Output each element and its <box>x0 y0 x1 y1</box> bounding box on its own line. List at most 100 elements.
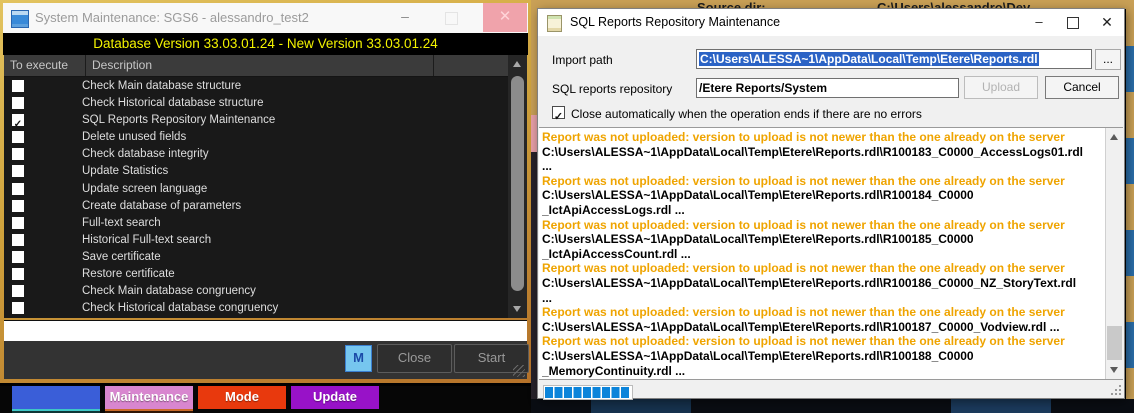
task-checkbox[interactable] <box>12 302 24 314</box>
dialog-title: SQL Reports Repository Maintenance <box>570 15 780 29</box>
task-label: Delete unused fields <box>82 131 186 143</box>
scroll-down-icon[interactable] <box>1110 367 1118 373</box>
task-row[interactable]: Check Historical database congruency <box>4 300 507 317</box>
log-line: C:\Users\ALESSA~1\AppData\Local\Temp\Ete… <box>542 188 1105 203</box>
task-list: Check Main database structure Check Hist… <box>4 78 507 318</box>
task-checkbox[interactable] <box>12 97 24 109</box>
footer-buttons: MaintenanceModeUpdate <box>0 386 531 409</box>
log-line: _IctApiAccessLogs.rdl ... <box>542 203 1105 218</box>
partial-button[interactable] <box>105 409 193 413</box>
import-path-label: Import path <box>552 53 613 67</box>
report-icon <box>547 15 562 32</box>
task-checkbox[interactable] <box>12 217 24 229</box>
task-row[interactable]: SQL Reports Repository Maintenance <box>4 112 507 129</box>
task-label: Update Statistics <box>82 165 168 177</box>
scroll-up-icon[interactable] <box>1110 134 1118 140</box>
task-row[interactable]: Update screen language <box>4 181 507 198</box>
task-row[interactable]: Delete unused fields <box>4 129 507 146</box>
task-row[interactable]: Check Main database structure <box>4 78 507 95</box>
repository-input[interactable]: /Etere Reports/System <box>696 78 959 98</box>
task-label: Historical Full-text search <box>82 234 211 246</box>
command-input[interactable] <box>4 320 527 342</box>
upload-button[interactable]: Upload <box>964 76 1038 99</box>
task-checkbox[interactable] <box>12 251 24 263</box>
log-line: Report was not uploaded: version to uplo… <box>542 218 1105 233</box>
maximize-icon[interactable] <box>436 3 466 33</box>
partial-button-row <box>0 409 531 413</box>
footer-button[interactable]: Mode <box>198 386 286 409</box>
scroll-thumb[interactable] <box>511 76 524 291</box>
log-line: C:\Users\ALESSA~1\AppData\Local\Temp\Ete… <box>542 232 1105 247</box>
scroll-thumb[interactable] <box>1107 326 1122 360</box>
task-checkbox[interactable] <box>12 148 24 160</box>
resize-grip[interactable] <box>1111 385 1121 395</box>
task-checkbox[interactable] <box>12 285 24 297</box>
log-line: Report was not uploaded: version to uplo… <box>542 130 1105 145</box>
table-header: To execute Description <box>4 55 527 77</box>
bottom-panel: Close Start <box>4 341 527 379</box>
auto-close-checkbox[interactable] <box>552 106 565 119</box>
task-checkbox[interactable] <box>12 268 24 280</box>
task-row[interactable]: Check database integrity <box>4 146 507 163</box>
version-banner: Database Version 33.03.01.24 - New Versi… <box>3 33 528 55</box>
task-checkbox[interactable] <box>12 80 24 92</box>
log-scrollbar[interactable] <box>1105 128 1123 379</box>
log-line: ... <box>542 159 1105 174</box>
log-line: C:\Users\ALESSA~1\AppData\Local\Temp\Ete… <box>542 276 1105 291</box>
minimize-icon[interactable] <box>390 3 420 33</box>
browse-button[interactable]: ... <box>1095 49 1121 70</box>
log-line: Report was not uploaded: version to uplo… <box>542 305 1105 320</box>
column-to-execute[interactable]: To execute <box>10 58 68 72</box>
background-taskbar <box>531 399 1134 413</box>
close-action-button[interactable]: Close <box>377 344 452 373</box>
close-icon[interactable] <box>483 3 527 32</box>
task-checkbox[interactable] <box>12 131 24 143</box>
task-row[interactable]: Check Main database congruency <box>4 283 507 300</box>
footer-button[interactable]: Update <box>291 386 379 409</box>
log-line: Report was not uploaded: version to uplo… <box>542 261 1105 276</box>
task-row[interactable]: Historical Full-text search <box>4 232 507 249</box>
progress-fill <box>545 387 630 398</box>
task-label: Check Main database congruency <box>82 285 256 297</box>
import-path-input[interactable]: C:\Users\ALESSA~1\AppData\Local\Temp\Ete… <box>696 49 1092 69</box>
footer-button[interactable] <box>12 386 100 409</box>
task-label: Full-text search <box>82 217 161 229</box>
task-row[interactable]: Create database of parameters <box>4 198 507 215</box>
partial-button[interactable] <box>12 409 100 413</box>
task-checkbox[interactable] <box>12 183 24 195</box>
minimize-icon[interactable] <box>1022 9 1056 36</box>
task-row[interactable]: Full-text search <box>4 215 507 232</box>
list-scrollbar[interactable] <box>508 55 527 318</box>
system-maintenance-icon <box>11 10 29 28</box>
scroll-up-icon[interactable] <box>513 61 521 67</box>
task-label: Check Main database structure <box>82 80 241 92</box>
log-line: C:\Users\ALESSA~1\AppData\Local\Temp\Ete… <box>542 349 1105 364</box>
task-label: Check Historical database congruency <box>82 302 278 314</box>
task-row[interactable]: Save certificate <box>4 249 507 266</box>
task-row[interactable]: Update Statistics <box>4 163 507 180</box>
task-checkbox[interactable] <box>12 234 24 246</box>
maximize-icon[interactable] <box>1056 9 1090 36</box>
task-row[interactable]: Check Historical database structure <box>4 95 507 112</box>
task-checkbox[interactable] <box>12 200 24 212</box>
log-line: _MemoryContinuity.rdl ... <box>542 364 1105 379</box>
close-icon[interactable] <box>1090 9 1124 36</box>
cancel-button[interactable]: Cancel <box>1045 76 1119 99</box>
task-label: Save certificate <box>82 251 161 263</box>
task-row[interactable]: Restore certificate <box>4 266 507 283</box>
etere-icon-button[interactable] <box>345 345 372 372</box>
task-label: Check database integrity <box>82 148 209 160</box>
task-checkbox[interactable] <box>12 114 24 126</box>
progress-bar <box>543 385 633 400</box>
log-line: C:\Users\ALESSA~1\AppData\Local\Temp\Ete… <box>542 320 1105 335</box>
footer-button[interactable]: Maintenance <box>105 386 193 409</box>
scroll-down-icon[interactable] <box>513 306 521 312</box>
title-bar: System Maintenance: SGS6 - alessandro_te… <box>3 3 528 33</box>
repository-label: SQL reports repository <box>552 82 672 96</box>
task-checkbox[interactable] <box>12 165 24 177</box>
column-description[interactable]: Description <box>92 58 152 72</box>
resize-grip[interactable] <box>513 365 525 377</box>
log-line: _IctApiAccessCount.rdl ... <box>542 247 1105 262</box>
window-title: System Maintenance: SGS6 - alessandro_te… <box>35 10 309 25</box>
background-strip <box>1126 0 1134 413</box>
